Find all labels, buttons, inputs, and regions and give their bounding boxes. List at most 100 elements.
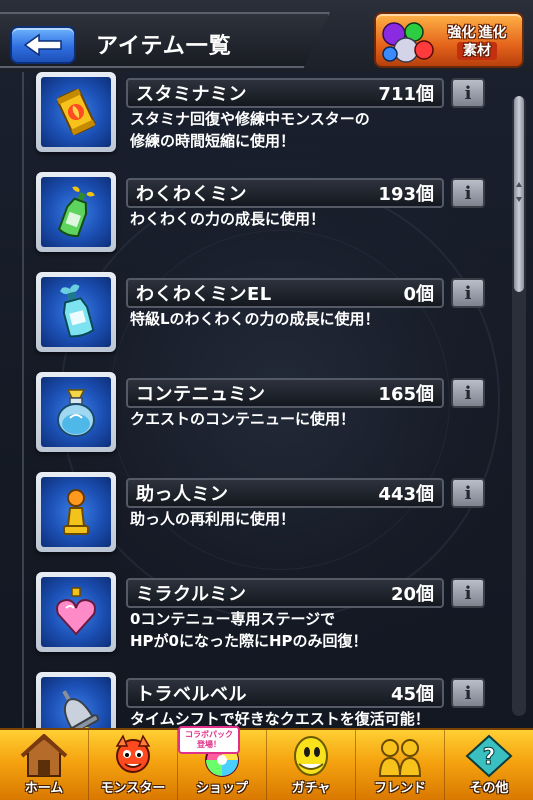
item-desc-line2: HPが0になった際にHPのみ回復！ <box>130 632 368 650</box>
item-name: トラベルベル <box>136 684 247 705</box>
item-info-button[interactable]: i <box>451 178 485 208</box>
item-icon-frame[interactable] <box>36 272 116 352</box>
item-info-button[interactable]: i <box>451 478 485 508</box>
item-desc-line1: タイムシフトで好きなクエストを復活可能！ <box>130 710 430 728</box>
item-desc-line1: 0コンテニュー専用ステージで <box>130 610 336 628</box>
nav-label: フレンド <box>373 781 426 796</box>
badge-line1: コラボパック <box>185 730 233 739</box>
back-button[interactable] <box>10 26 76 64</box>
item-name-plate: 助っ人ミン 443個 <box>126 478 444 508</box>
monster-icon <box>115 734 151 773</box>
info-icon: i <box>464 682 472 704</box>
item-name: コンテニュミン <box>136 384 266 405</box>
evo-label-evolve: 進化 <box>478 25 507 41</box>
item-count: 0個 <box>403 284 434 305</box>
bottom-nav: ホーム モンスター ショップ ガチャ フレンド ? その他 <box>0 728 533 800</box>
pawn-icon <box>63 489 89 535</box>
item-info-button[interactable]: i <box>451 278 485 308</box>
info-icon: i <box>464 282 472 304</box>
item-info-button[interactable]: i <box>451 578 485 608</box>
list-item: ミラクルミン 20個 i 0コンテニュー専用ステージで HPが0になった際にHP… <box>0 572 533 672</box>
item-name-plate: コンテニュミン 165個 <box>126 378 444 408</box>
item-name: スタミナミン <box>136 84 247 105</box>
item-icon-frame[interactable] <box>36 372 116 452</box>
item-count: 443個 <box>378 484 434 505</box>
el-bottle-icon <box>60 284 95 338</box>
item-description: わくわくの力の成長に使用！ <box>130 208 450 230</box>
list-item: わくわくミンEL 0個 i 特級Lのわくわくの力の成長に使用！ <box>0 272 533 372</box>
item-icon-frame[interactable] <box>36 572 116 652</box>
home-icon <box>20 734 68 777</box>
list-item: トラベルベル 45個 i タイムシフトで好きなクエストを復活可能！ <box>0 672 533 728</box>
nav-label: ショップ <box>195 781 248 796</box>
item-count: 193個 <box>378 184 434 205</box>
scrollbar-grip-icon <box>514 182 524 202</box>
evolution-label: 強化 進化 素材 <box>434 20 520 64</box>
nav-item-friend[interactable]: フレンド <box>356 730 445 800</box>
page-title: アイテム一覧 <box>96 34 232 59</box>
potion-jar-icon <box>57 389 95 437</box>
item-name: わくわくミンEL <box>136 284 272 305</box>
info-icon: i <box>464 382 472 404</box>
item-desc-line2: 修練の時間短縮に使用！ <box>130 132 296 150</box>
list-item: わくわくミン 193個 i わくわくの力の成長に使用！ <box>0 172 533 272</box>
nav-item-monster[interactable]: モンスター <box>89 730 178 800</box>
item-description: タイムシフトで好きなクエストを復活可能！ <box>130 708 450 728</box>
evo-label-enhance: 強化 <box>447 25 476 41</box>
info-icon: i <box>464 582 472 604</box>
item-name-plate: トラベルベル 45個 <box>126 678 444 708</box>
nav-label: モンスター <box>100 781 166 796</box>
item-name-plate: わくわくミン 193個 <box>126 178 444 208</box>
collab-pack-badge[interactable]: コラボパック 登場！ <box>178 726 240 754</box>
item-count: 45個 <box>390 684 434 705</box>
item-name-plate: ミラクルミン 20個 <box>126 578 444 608</box>
item-name-plate: わくわくミンEL 0個 <box>126 278 444 308</box>
heart-bottle-icon <box>56 587 96 636</box>
item-description: 特級Lのわくわくの力の成長に使用！ <box>130 308 450 330</box>
back-arrow-icon <box>23 33 62 57</box>
scrollbar-track[interactable] <box>512 96 526 716</box>
item-name: ミラクルミン <box>136 584 247 605</box>
evolution-material-button[interactable]: 強化 進化 素材 <box>374 12 524 68</box>
gems-icon <box>382 22 434 63</box>
item-name: わくわくミン <box>136 184 247 205</box>
item-desc-line1: 特級Lのわくわくの力の成長に使用！ <box>130 310 380 328</box>
nav-item-other[interactable]: ? その他 <box>445 730 533 800</box>
item-count: 20個 <box>390 584 434 605</box>
item-description: クエストのコンテニューに使用！ <box>130 408 450 430</box>
info-icon: i <box>464 482 472 504</box>
friend-icon <box>378 739 422 777</box>
evo-label-material: 素材 <box>457 42 497 60</box>
can-icon <box>56 88 96 136</box>
green-bottle-icon <box>57 186 95 238</box>
item-name: 助っ人ミン <box>136 484 229 505</box>
item-icon-frame[interactable] <box>36 472 116 552</box>
item-count: 711個 <box>378 84 434 105</box>
item-icon-frame[interactable] <box>36 672 116 728</box>
item-desc-line1: 助っ人の再利用に使用！ <box>130 510 296 528</box>
svg-text:?: ? <box>483 745 496 770</box>
item-info-button[interactable]: i <box>451 78 485 108</box>
list-item: スタミナミン 711個 i スタミナ回復や修練中モンスターの 修練の時間短縮に使… <box>0 72 533 172</box>
scrollbar-thumb[interactable] <box>514 96 524 292</box>
item-count: 165個 <box>378 384 434 405</box>
item-name-plate: スタミナミン 711個 <box>126 78 444 108</box>
item-info-button[interactable]: i <box>451 378 485 408</box>
item-icon-frame[interactable] <box>36 72 116 152</box>
info-icon: i <box>464 182 472 204</box>
nav-label: ホーム <box>24 781 64 796</box>
item-description: 0コンテニュー専用ステージで HPが0になった際にHPのみ回復！ <box>130 608 450 652</box>
badge-line2: 登場！ <box>197 740 221 749</box>
item-description: 助っ人の再利用に使用！ <box>130 508 450 530</box>
nav-label: その他 <box>469 781 509 796</box>
item-info-button[interactable]: i <box>451 678 485 708</box>
item-list[interactable]: スタミナミン 711個 i スタミナ回復や修練中モンスターの 修練の時間短縮に使… <box>0 72 533 728</box>
item-desc-line1: スタミナ回復や修練中モンスターの <box>130 110 370 128</box>
item-icon-frame[interactable] <box>36 172 116 252</box>
item-desc-line1: クエストのコンテニューに使用！ <box>130 410 356 428</box>
nav-label: ガチャ <box>291 781 331 796</box>
nav-item-home[interactable]: ホーム <box>0 730 89 800</box>
nav-item-gacha[interactable]: ガチャ <box>267 730 356 800</box>
list-item: 助っ人ミン 443個 i 助っ人の再利用に使用！ <box>0 472 533 572</box>
item-desc-line1: わくわくの力の成長に使用！ <box>130 210 326 228</box>
